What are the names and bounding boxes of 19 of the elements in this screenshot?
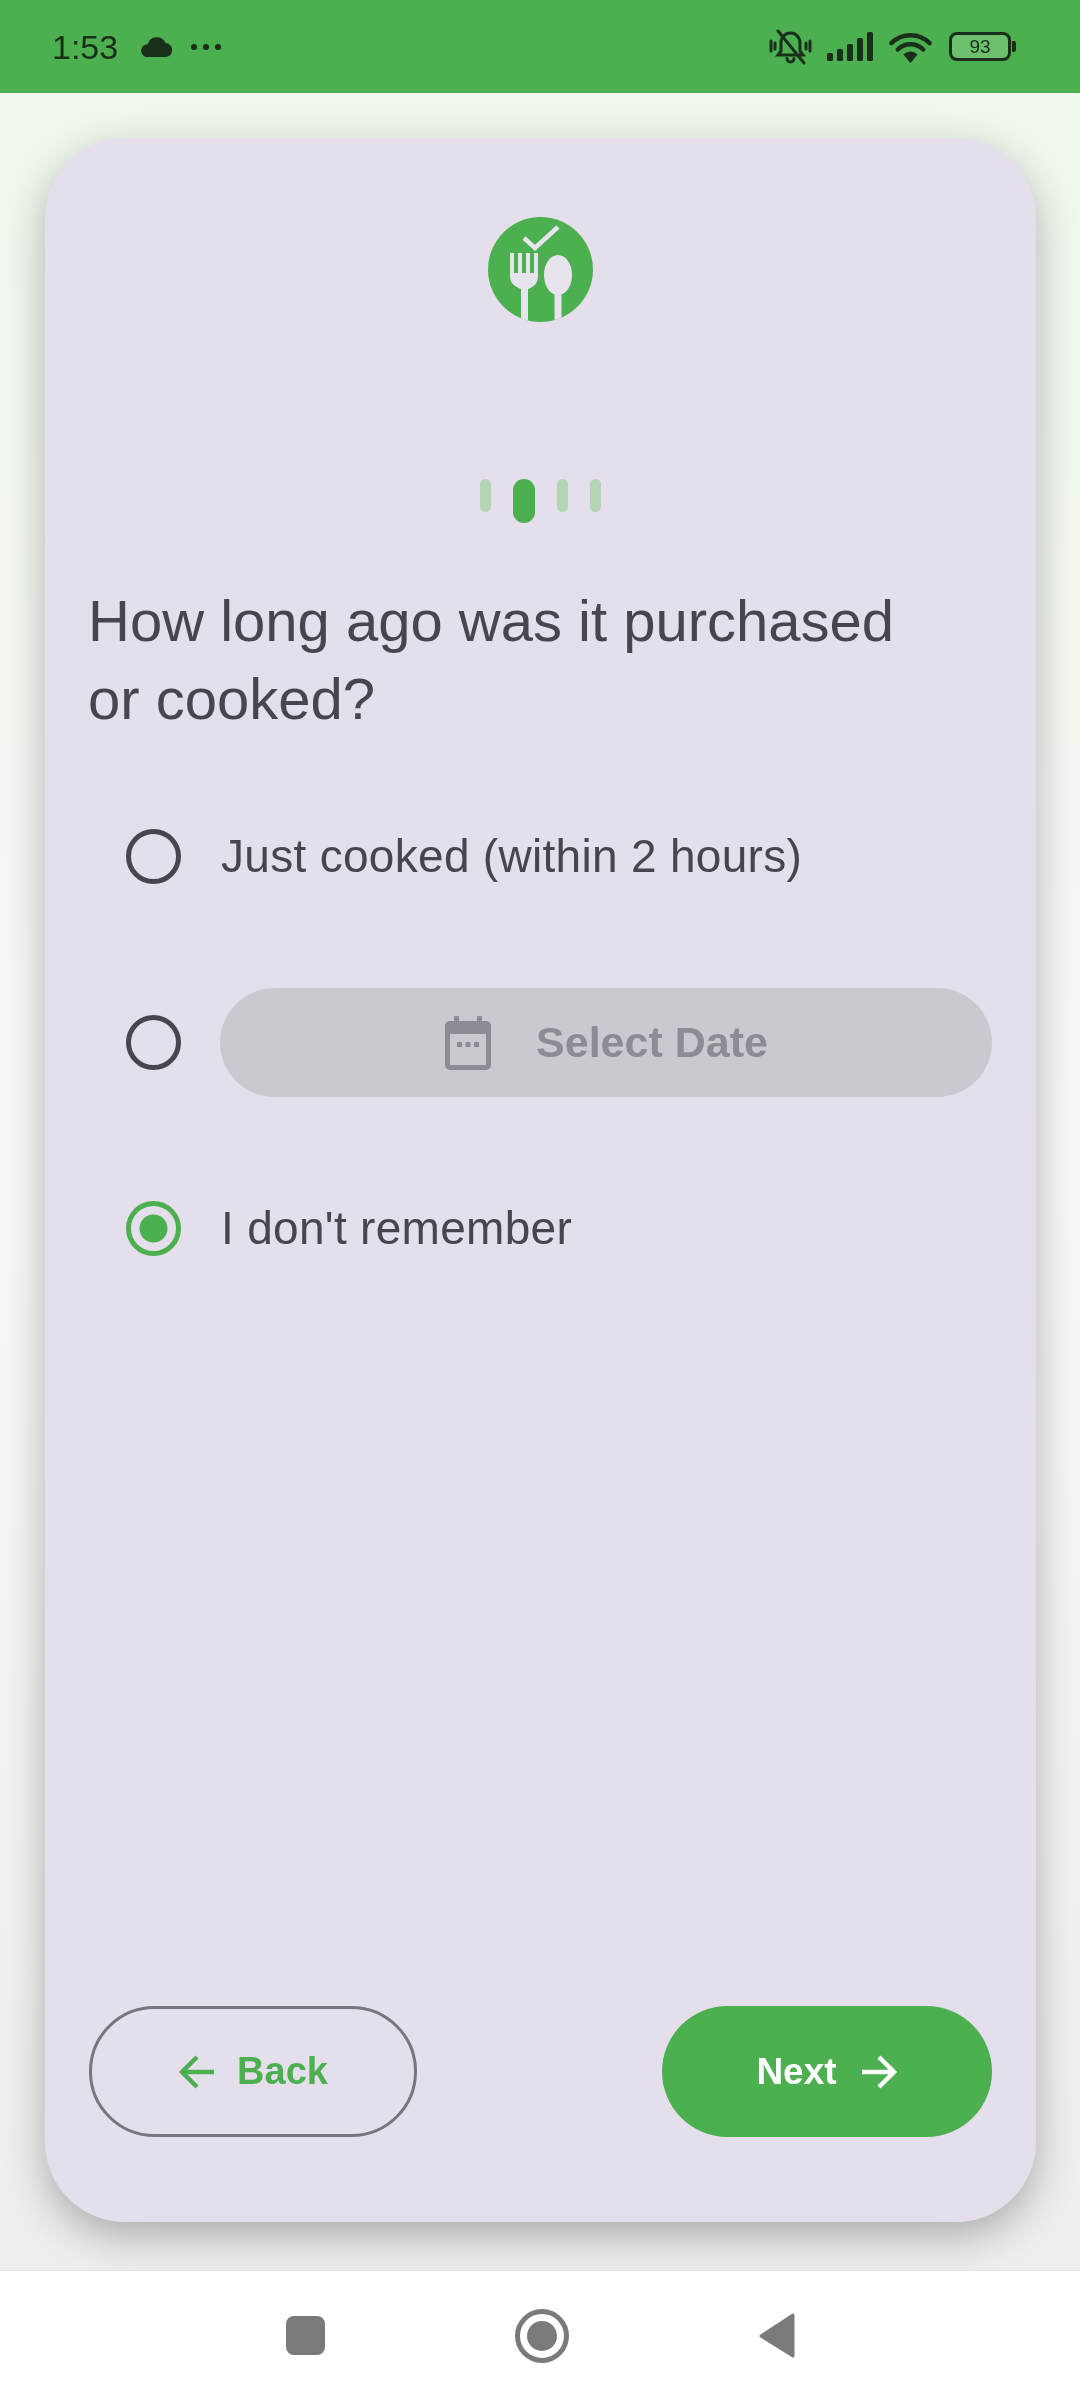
option-label[interactable]: Just cooked (within 2 hours) xyxy=(221,822,803,891)
back-icon[interactable] xyxy=(758,2313,795,2358)
home-icon[interactable] xyxy=(514,2308,569,2363)
calendar-icon xyxy=(444,1015,493,1070)
muted-bell-icon xyxy=(769,27,812,66)
radio-button[interactable] xyxy=(126,1201,181,1256)
signal-icon xyxy=(827,32,874,61)
cloud-icon xyxy=(138,36,173,57)
fork-spoon-logo-icon xyxy=(488,217,593,322)
more-dots-icon xyxy=(191,43,222,50)
radio-button[interactable] xyxy=(126,829,181,884)
battery-indicator: 93 xyxy=(949,32,1016,61)
option-label[interactable]: I don't remember xyxy=(221,1194,573,1263)
recents-icon[interactable] xyxy=(285,2316,325,2355)
back-button[interactable]: Back xyxy=(89,2006,417,2137)
question-title: How long ago was it purchased or cooked? xyxy=(88,587,896,733)
next-button[interactable]: Next xyxy=(662,2006,992,2137)
wifi-icon xyxy=(887,30,934,63)
status-time: 1:53 xyxy=(52,29,119,64)
